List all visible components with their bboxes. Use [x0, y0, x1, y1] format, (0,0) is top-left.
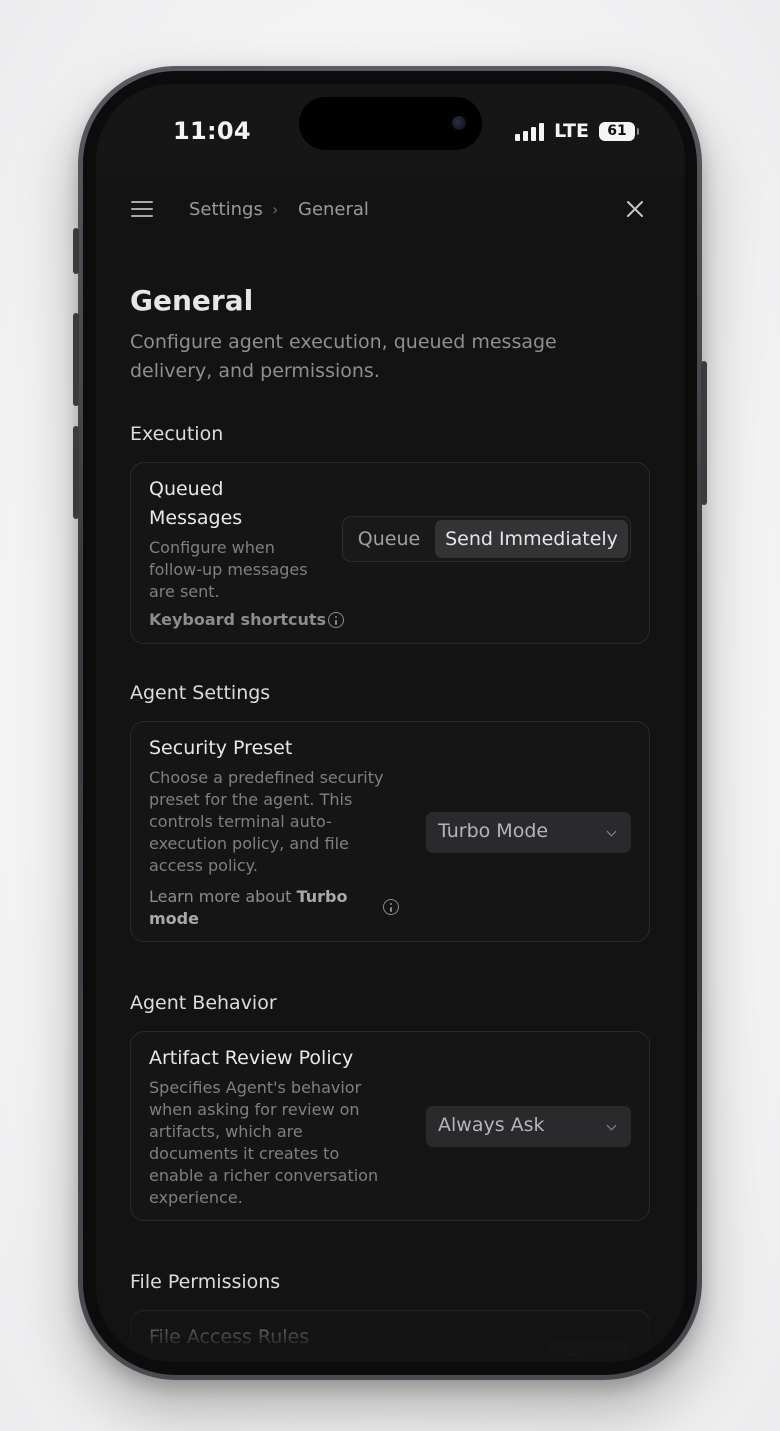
option-send-immediately[interactable]: Send Immediately — [435, 520, 628, 558]
setting-description: controls terminal auto- — [149, 812, 332, 831]
setting-description: when asking for review on — [149, 1100, 360, 1119]
info-icon[interactable] — [328, 612, 344, 628]
queued-messages-toggle: Queue Send Immediately — [342, 516, 631, 562]
volume-up-button — [73, 313, 79, 406]
section-title-agent-behavior: Agent Behavior — [130, 992, 277, 1014]
setting-description: Specifies Agent's behavior — [149, 1078, 362, 1097]
setting-description: Configure when — [149, 538, 275, 557]
menu-icon[interactable] — [131, 201, 153, 217]
card-security-preset: Security Preset Choose a predefined secu… — [130, 721, 650, 942]
breadcrumb-general: General — [298, 199, 369, 220]
setting-description: access policy. — [149, 856, 258, 875]
select-value: Always Ask — [438, 1114, 545, 1136]
setting-title: Queued — [149, 478, 224, 500]
setting-description: experience. — [149, 1188, 243, 1207]
security-preset-select[interactable]: Turbo Mode — [426, 812, 631, 853]
action-button — [73, 228, 79, 274]
section-title-file-permissions: File Permissions — [130, 1271, 281, 1293]
chevron-right-icon: › — [272, 200, 279, 219]
setting-description: execution policy, and file — [149, 834, 349, 853]
turbo-mode-link[interactable]: Learn more about Turbo — [149, 886, 347, 908]
keyboard-shortcuts-link[interactable]: Keyboard shortcuts — [149, 609, 326, 631]
camera-icon — [452, 116, 466, 130]
volume-down-button — [73, 426, 79, 519]
setting-description: Choose a predefined security — [149, 768, 384, 787]
chevron-down-icon — [606, 826, 617, 837]
page-title: General — [130, 284, 254, 317]
artifact-review-select[interactable]: Always Ask — [426, 1106, 631, 1147]
page-description: Configure agent execution, queued messag… — [130, 331, 557, 382]
info-icon[interactable] — [383, 899, 399, 915]
setting-description: artifacts, which are — [149, 1122, 303, 1141]
link-prefix: Learn more about — [149, 887, 292, 906]
setting-description: enable a richer conversation — [149, 1166, 379, 1185]
status-indicators: LTE 61 — [515, 120, 639, 142]
section-title-agent-settings: Agent Settings — [130, 682, 271, 704]
turbo-mode-link-line2[interactable]: mode — [149, 908, 199, 930]
signal-icon — [515, 122, 545, 141]
power-button — [701, 361, 707, 505]
screen: 11:04 LTE 61 Settings › General General … — [96, 84, 685, 1362]
card-artifact-review-policy: Artifact Review Policy Specifies Agent's… — [130, 1031, 650, 1221]
setting-description: preset for the agent. This — [149, 790, 353, 809]
close-icon[interactable] — [625, 199, 645, 219]
chevron-down-icon — [606, 1120, 617, 1131]
status-bar: 11:04 LTE 61 — [96, 84, 685, 176]
setting-description: are sent. — [149, 582, 220, 601]
setting-title: Messages — [149, 507, 243, 529]
open-button[interactable]: Open — [550, 1341, 631, 1362]
breadcrumb-settings[interactable]: Settings — [189, 199, 263, 220]
link-bold: Turbo — [296, 887, 348, 906]
network-type: LTE — [554, 120, 589, 142]
link-bold: mode — [149, 909, 199, 928]
card-file-access-rules: File Access Rules Open — [130, 1310, 650, 1362]
card-queued-messages: Queued Messages Configure when follow-up… — [130, 462, 650, 644]
setting-title: Security Preset — [149, 737, 293, 759]
setting-description: follow-up messages — [149, 560, 308, 579]
dynamic-island — [299, 97, 482, 150]
option-queue[interactable]: Queue — [347, 520, 431, 558]
setting-description: documents it creates to — [149, 1144, 340, 1163]
top-nav: Settings › General — [96, 176, 685, 244]
section-title-execution: Execution — [130, 423, 224, 445]
select-value: Turbo Mode — [438, 820, 549, 842]
battery-icon: 61 — [599, 121, 639, 141]
setting-title: File Access Rules — [149, 1326, 310, 1348]
status-time: 11:04 — [173, 117, 251, 145]
setting-title: Artifact Review Policy — [149, 1047, 354, 1069]
